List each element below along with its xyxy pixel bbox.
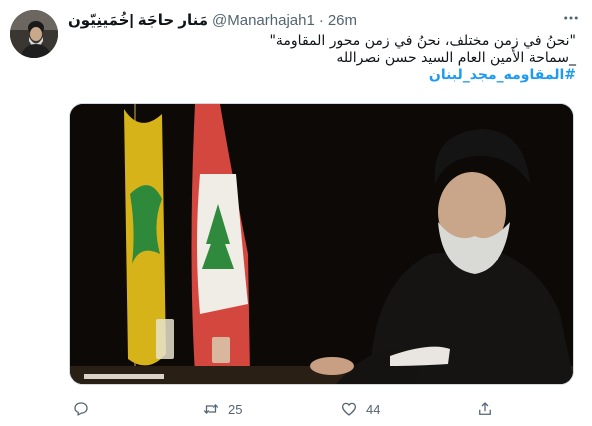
share-button[interactable]: [476, 400, 494, 418]
like-count: 44: [366, 401, 381, 417]
tweet-text: "نحنُ في زمن مختلف، نحنُ في زمن محور الم…: [68, 33, 576, 84]
timestamp[interactable]: 26m: [328, 12, 357, 29]
retweet-button[interactable]: 25: [202, 400, 242, 418]
tweet-text-line-1: "نحنُ في زمن مختلف، نحنُ في زمن محور الم…: [269, 33, 576, 49]
hashtag-link[interactable]: #المقاومه_مجد_لبنان: [68, 67, 576, 84]
tweet-header: مَنار حاجَة |خُمَينِيّون @Manarhajah1 · …: [68, 10, 357, 30]
like-button[interactable]: 44: [340, 400, 380, 418]
user-handle[interactable]: @Manarhajah1: [212, 12, 315, 29]
display-name[interactable]: مَنار حاجَة |خُمَينِيّون: [68, 11, 208, 29]
reply-icon: [74, 402, 88, 416]
tweet-text-line-2: _سماحة الأمين العام السيد حسن نصرالله: [336, 50, 576, 66]
more-dots-icon[interactable]: [558, 8, 584, 28]
reply-button[interactable]: [72, 400, 98, 418]
tweet-photo[interactable]: [69, 103, 574, 385]
share-icon: [479, 402, 491, 415]
avatar-image: [10, 10, 58, 58]
heart-icon: [341, 402, 357, 416]
photo-image: [70, 104, 573, 384]
retweet-count: 25: [228, 401, 243, 417]
avatar[interactable]: [10, 10, 58, 58]
tweet[interactable]: مَنار حاجَة |خُمَينِيّون @Manarhajah1 · …: [0, 0, 592, 426]
retweet-icon: [203, 404, 219, 414]
tweet-actions: 25 44: [68, 396, 498, 422]
separator-dot: ·: [318, 11, 324, 29]
